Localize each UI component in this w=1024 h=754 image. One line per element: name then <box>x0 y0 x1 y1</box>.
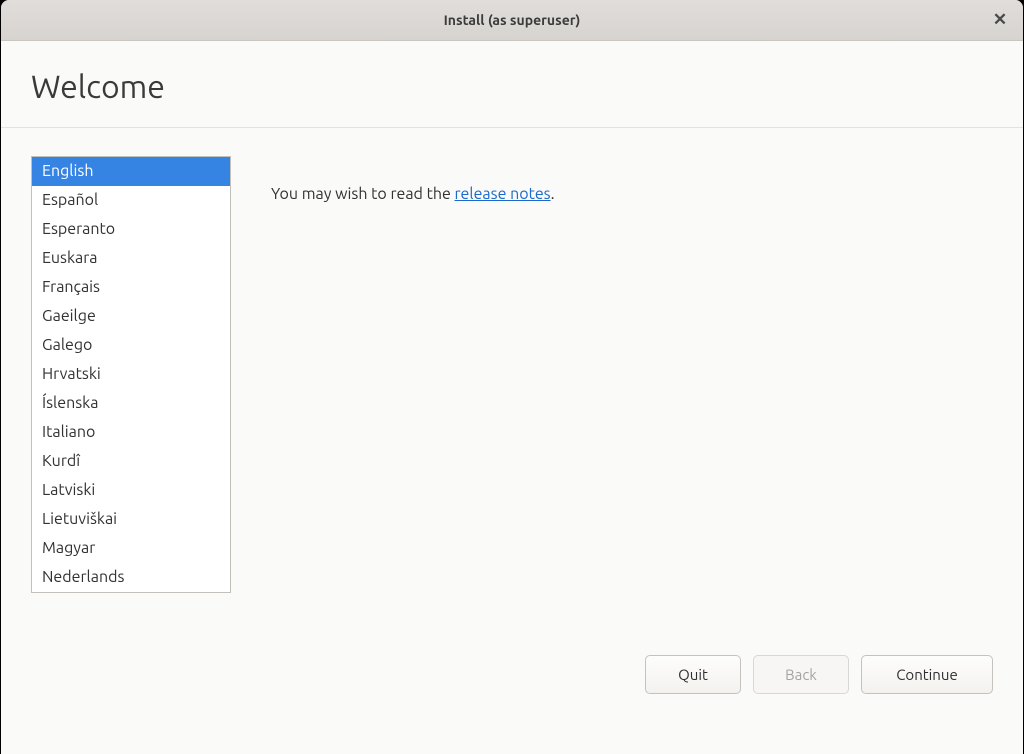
language-item[interactable]: Magyar <box>32 534 230 563</box>
back-button: Back <box>753 655 849 694</box>
language-item[interactable]: Galego <box>32 331 230 360</box>
language-item[interactable]: Hrvatski <box>32 360 230 389</box>
content-area: EnglishEspañolEsperantoEuskaraFrançaisGa… <box>1 128 1023 655</box>
language-item[interactable]: Nederlands <box>32 563 230 592</box>
continue-button[interactable]: Continue <box>861 655 993 694</box>
info-area: You may wish to read the release notes. <box>271 156 555 655</box>
language-item[interactable]: Euskara <box>32 244 230 273</box>
close-icon[interactable]: ✕ <box>991 11 1009 29</box>
language-item[interactable]: Kurdî <box>32 447 230 476</box>
quit-button[interactable]: Quit <box>645 655 741 694</box>
language-listbox[interactable]: EnglishEspañolEsperantoEuskaraFrançaisGa… <box>31 156 231 593</box>
language-item[interactable]: Español <box>32 186 230 215</box>
language-item[interactable]: Íslenska <box>32 389 230 418</box>
language-item[interactable]: Italiano <box>32 418 230 447</box>
page-title: Welcome <box>31 69 993 105</box>
language-item[interactable]: Latviski <box>32 476 230 505</box>
info-prefix: You may wish to read the <box>271 185 455 203</box>
language-item[interactable]: English <box>32 157 230 186</box>
release-notes-text: You may wish to read the release notes. <box>271 185 555 203</box>
info-suffix: . <box>551 185 555 203</box>
header-area: Welcome <box>1 41 1023 127</box>
language-item[interactable]: Lietuviškai <box>32 505 230 534</box>
release-notes-link[interactable]: release notes <box>455 185 551 203</box>
button-bar: Quit Back Continue <box>1 655 1023 754</box>
language-item[interactable]: Gaeilge <box>32 302 230 331</box>
window-title: Install (as superuser) <box>444 12 581 28</box>
titlebar: Install (as superuser) ✕ <box>1 0 1023 41</box>
installer-window: Install (as superuser) ✕ Welcome English… <box>1 0 1023 754</box>
language-item[interactable]: Français <box>32 273 230 302</box>
language-item[interactable]: Esperanto <box>32 215 230 244</box>
